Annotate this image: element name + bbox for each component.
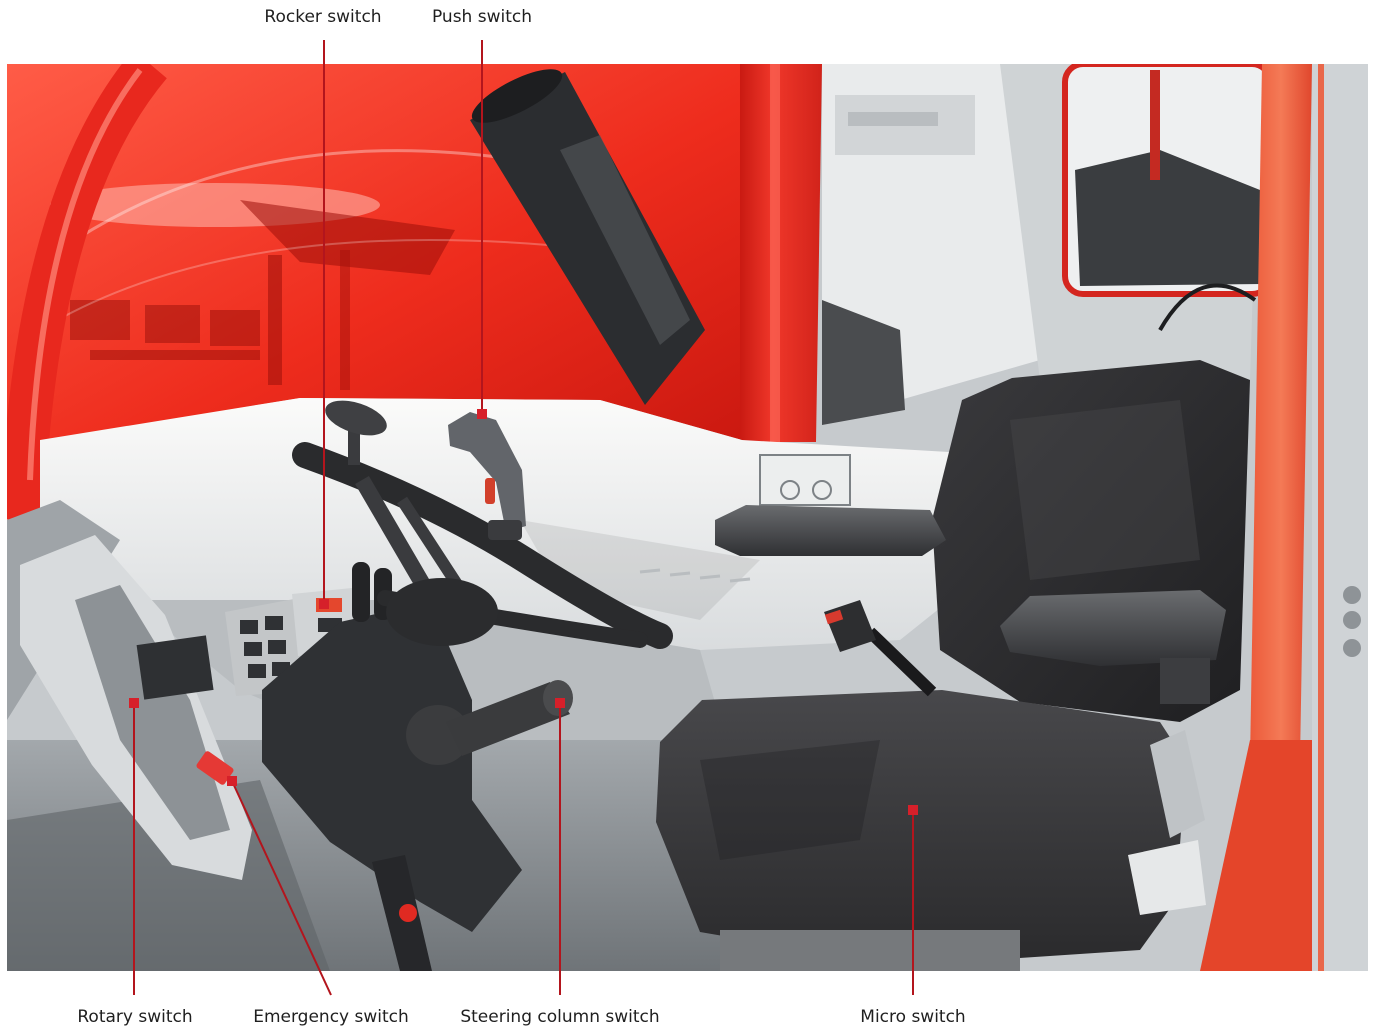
lower-lever-red-button [399,904,417,922]
label-micro-switch: Micro switch [860,1007,966,1027]
center-red-pillar [740,64,822,442]
seat-left-armrest [715,505,946,556]
armrest-support [1160,658,1210,704]
steering-column-lever-cap [543,680,573,716]
seat-backrest-shading [1010,400,1200,580]
label-steering-column-switch: Steering column switch [460,1007,660,1027]
exterior-sign [848,112,938,126]
label-push-switch: Push switch [431,7,533,27]
windscreen-post [340,250,350,390]
pillar-highlight [770,64,780,442]
steering-hub [386,578,498,646]
windscreen-post [268,255,282,385]
joystick-trigger [485,478,495,504]
display-screen [136,635,214,700]
label-rotary-switch: Rotary switch [77,1007,193,1027]
rocker-switch-red [316,598,342,612]
label-emergency-switch: Emergency switch [253,1007,409,1027]
seat-right-armrest [1000,590,1226,666]
label-rocker-switch: Rocker switch [264,7,382,27]
door-edge [1318,64,1324,971]
seat-base [720,930,1020,971]
dashboard-info-card [759,454,851,506]
door-hinge-bolts [1343,586,1361,657]
joystick-base [488,520,522,540]
cab-interior-photo [7,64,1368,971]
rear-window-post [1150,70,1160,180]
